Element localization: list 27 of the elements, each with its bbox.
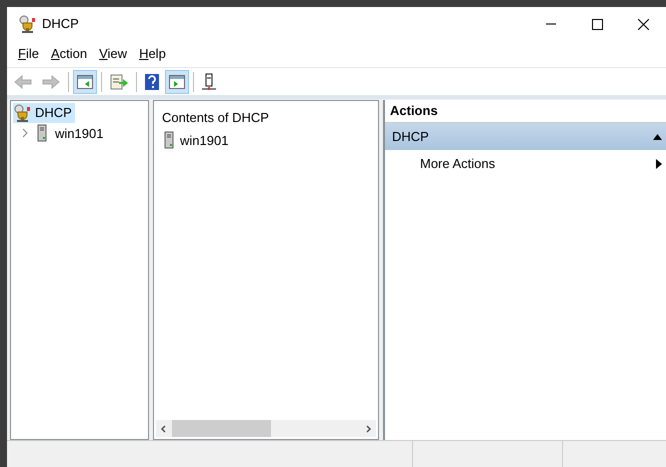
menu-item[interactable]: Help (133, 44, 172, 64)
app-icon (18, 15, 36, 33)
close-icon (638, 18, 648, 30)
action-item[interactable]: More Actions (385, 150, 666, 178)
maximize-icon (592, 18, 602, 30)
menu-item[interactable]: Action (44, 44, 94, 64)
back-arrow-icon (14, 74, 32, 88)
dhcp-icon (13, 104, 31, 122)
server-icon (202, 72, 216, 90)
pane-heading: Contents of DHCP (161, 109, 270, 127)
pane-icon (169, 74, 185, 88)
menu-item[interactable]: File (12, 44, 45, 64)
forward-arrow-icon (42, 74, 60, 88)
export-list-icon (110, 74, 128, 90)
tree-item[interactable]: win1901 (35, 124, 104, 143)
menu-item[interactable]: View (93, 44, 134, 64)
scroll-thumb[interactable] (172, 420, 271, 437)
pane-icon (77, 74, 93, 88)
help-icon (145, 74, 159, 90)
expand-icon[interactable] (21, 128, 29, 138)
tree-item[interactable]: DHCP (13, 103, 75, 122)
window-title: DHCP (42, 15, 79, 34)
server-icon (164, 131, 174, 150)
action-section-header[interactable]: DHCP (385, 123, 666, 150)
horizontal-scrollbar[interactable] (156, 420, 376, 437)
server-icon (37, 124, 47, 142)
list-item[interactable]: win1901 (154, 130, 378, 150)
